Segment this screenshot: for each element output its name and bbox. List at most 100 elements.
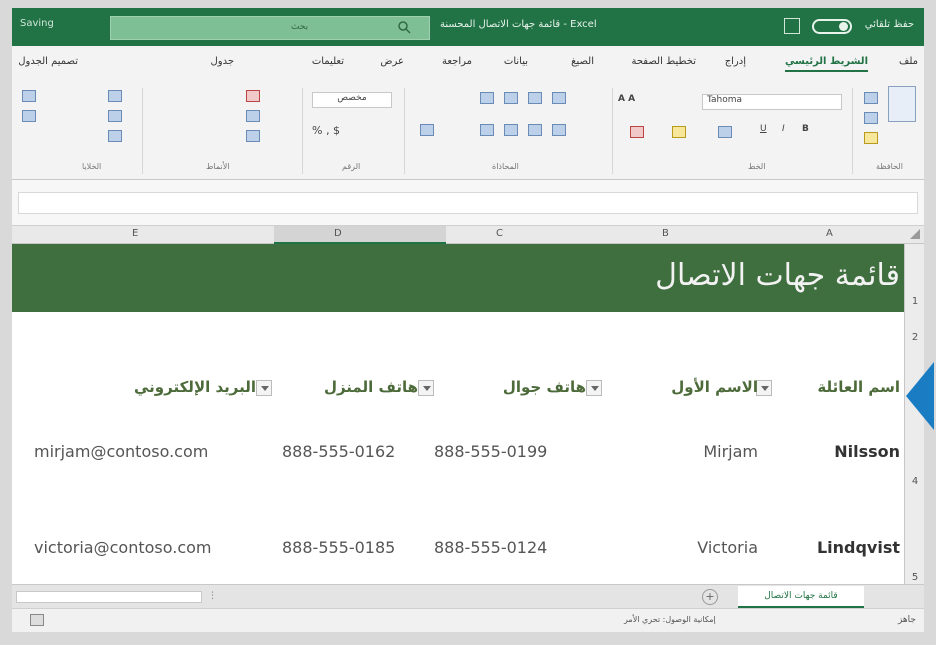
row-header[interactable]: 5 xyxy=(905,572,925,583)
column-header-b[interactable]: B xyxy=(662,228,669,239)
align-center-icon[interactable] xyxy=(528,124,542,136)
group-label-styles: الأنماط xyxy=(206,162,230,171)
column-header-d[interactable]: D xyxy=(334,228,342,239)
group-label-clipboard: الحافظة xyxy=(876,162,903,171)
formula-input[interactable] xyxy=(18,192,918,214)
accessibility-status[interactable]: إمكانية الوصول: تحري الأمر xyxy=(624,615,884,624)
cell-mobile-phone[interactable]: 888-555-0199 xyxy=(434,442,547,461)
number-format-select[interactable]: مخصص xyxy=(312,92,392,108)
column-headers: E D C B A xyxy=(12,226,924,244)
fill-icon[interactable] xyxy=(22,110,36,122)
column-header-a[interactable]: A xyxy=(826,228,833,239)
cell-home-phone[interactable]: 888-555-0162 xyxy=(282,442,395,461)
cell-first-name[interactable]: Victoria xyxy=(697,538,758,557)
cell-mobile-phone[interactable]: 888-555-0124 xyxy=(434,538,547,557)
format-painter-icon[interactable] xyxy=(864,132,878,144)
cell-styles-icon[interactable] xyxy=(246,130,260,142)
horizontal-scrollbar[interactable] xyxy=(16,591,202,603)
tab-insert[interactable]: إدراج xyxy=(725,56,746,67)
filter-dropdown-icon[interactable] xyxy=(586,380,602,396)
align-middle-icon[interactable] xyxy=(528,92,542,104)
delete-cells-icon[interactable] xyxy=(108,110,122,122)
column-header-c[interactable]: C xyxy=(496,228,503,239)
copy-icon[interactable] xyxy=(864,112,878,124)
column-header-e[interactable]: E xyxy=(132,228,138,239)
ribbon: ملف الشريط الرئيسي إدراج تخطيط الصفحة ال… xyxy=(12,46,924,180)
font-name-select[interactable]: Tahoma xyxy=(702,94,842,110)
format-cells-icon[interactable] xyxy=(108,130,122,142)
align-right-icon[interactable] xyxy=(552,124,566,136)
header-first-name[interactable]: الاسم الأول xyxy=(671,378,758,396)
cut-icon[interactable] xyxy=(864,92,878,104)
orientation-icon[interactable] xyxy=(480,92,494,104)
select-all-corner[interactable] xyxy=(910,229,920,239)
cell-last-name[interactable]: Lindqvist xyxy=(817,538,900,557)
selected-column-header xyxy=(274,226,446,244)
bold-button[interactable]: B xyxy=(802,124,809,134)
worksheet-grid[interactable]: قائمة جهات الاتصال اسم العائلة الاسم الأ… xyxy=(12,244,904,584)
tab-review[interactable]: مراجعة xyxy=(442,56,472,67)
tab-help[interactable]: تعليمات xyxy=(312,56,344,67)
ready-status: جاهز xyxy=(897,615,916,625)
tab-page-layout[interactable]: تخطيط الصفحة xyxy=(631,56,696,67)
italic-button[interactable]: I xyxy=(782,124,785,134)
scroll-handle-icon[interactable]: ⋮ xyxy=(208,591,217,601)
filter-dropdown-icon[interactable] xyxy=(256,380,272,396)
autosave-toggle[interactable] xyxy=(812,19,852,34)
sheet-tab[interactable]: قائمة جهات الاتصال xyxy=(738,586,864,608)
status-bar: إمكانية الوصول: تحري الأمر جاهز xyxy=(12,608,924,632)
paste-icon[interactable] xyxy=(888,86,916,122)
macro-record-icon[interactable] xyxy=(30,614,44,626)
fill-color-icon[interactable] xyxy=(672,126,686,138)
autosum-icon[interactable] xyxy=(22,90,36,102)
separator xyxy=(142,88,143,174)
percent-button[interactable]: % ‚ $ xyxy=(312,124,340,137)
format-as-table-icon[interactable] xyxy=(246,110,260,122)
font-size-increase[interactable]: A A xyxy=(618,94,635,104)
ribbon-display-icon[interactable] xyxy=(784,18,800,34)
underline-button[interactable]: U xyxy=(760,124,767,134)
borders-icon[interactable] xyxy=(718,126,732,138)
cell-home-phone[interactable]: 888-555-0185 xyxy=(282,538,395,557)
separator xyxy=(612,88,613,174)
cell-last-name[interactable]: Nilsson xyxy=(834,442,900,461)
separator xyxy=(852,88,853,174)
row-header[interactable]: 4 xyxy=(905,476,925,487)
row-header[interactable]: 2 xyxy=(905,332,925,343)
formula-bar xyxy=(12,180,924,226)
indent-icon[interactable] xyxy=(420,124,434,136)
filter-dropdown-icon[interactable] xyxy=(756,380,772,396)
row-header[interactable]: 1 xyxy=(905,296,925,307)
cell-email[interactable]: victoria@contoso.com xyxy=(34,538,212,557)
align-left-icon[interactable] xyxy=(504,124,518,136)
font-color-icon[interactable] xyxy=(630,126,644,138)
wrap-text-icon[interactable] xyxy=(504,92,518,104)
table-header-row: اسم العائلة الاسم الأول هاتف جوال هاتف ا… xyxy=(12,372,904,406)
cell-email[interactable]: mirjam@contoso.com xyxy=(34,442,208,461)
ribbon-tabs: ملف الشريط الرئيسي إدراج تخطيط الصفحة ال… xyxy=(12,46,924,80)
tab-view[interactable]: عرض xyxy=(380,56,404,67)
table-row: Nilsson Mirjam 888-555-0199 888-555-0162… xyxy=(12,434,904,474)
search-box[interactable]: بحث xyxy=(110,16,430,40)
merge-center-icon[interactable] xyxy=(480,124,494,136)
cell-first-name[interactable]: Mirjam xyxy=(703,442,758,461)
header-mobile-phone[interactable]: هاتف جوال xyxy=(503,378,586,396)
header-home-phone[interactable]: هاتف المنزل xyxy=(324,378,418,396)
group-label-cells: الخلايا xyxy=(82,162,102,171)
tab-file[interactable]: ملف xyxy=(899,56,918,67)
header-last-name[interactable]: اسم العائلة xyxy=(817,378,900,396)
tab-table[interactable]: جدول xyxy=(210,56,234,67)
insert-cells-icon[interactable] xyxy=(108,90,122,102)
add-sheet-button[interactable]: + xyxy=(702,589,718,605)
tab-data[interactable]: بيانات xyxy=(504,56,528,67)
align-top-icon[interactable] xyxy=(552,92,566,104)
table-row: Lindqvist Victoria 888-555-0124 888-555-… xyxy=(12,530,904,570)
header-email[interactable]: البريد الإلكتروني xyxy=(134,378,256,396)
separator xyxy=(404,88,405,174)
tab-table-design[interactable]: تصميم الجدول xyxy=(18,56,78,67)
sheet-title: قائمة جهات الاتصال xyxy=(655,258,900,293)
filter-dropdown-icon[interactable] xyxy=(418,380,434,396)
conditional-formatting-icon[interactable] xyxy=(246,90,260,102)
tab-formulas[interactable]: الصيغ xyxy=(571,56,594,67)
tab-home[interactable]: الشريط الرئيسي xyxy=(784,56,868,72)
